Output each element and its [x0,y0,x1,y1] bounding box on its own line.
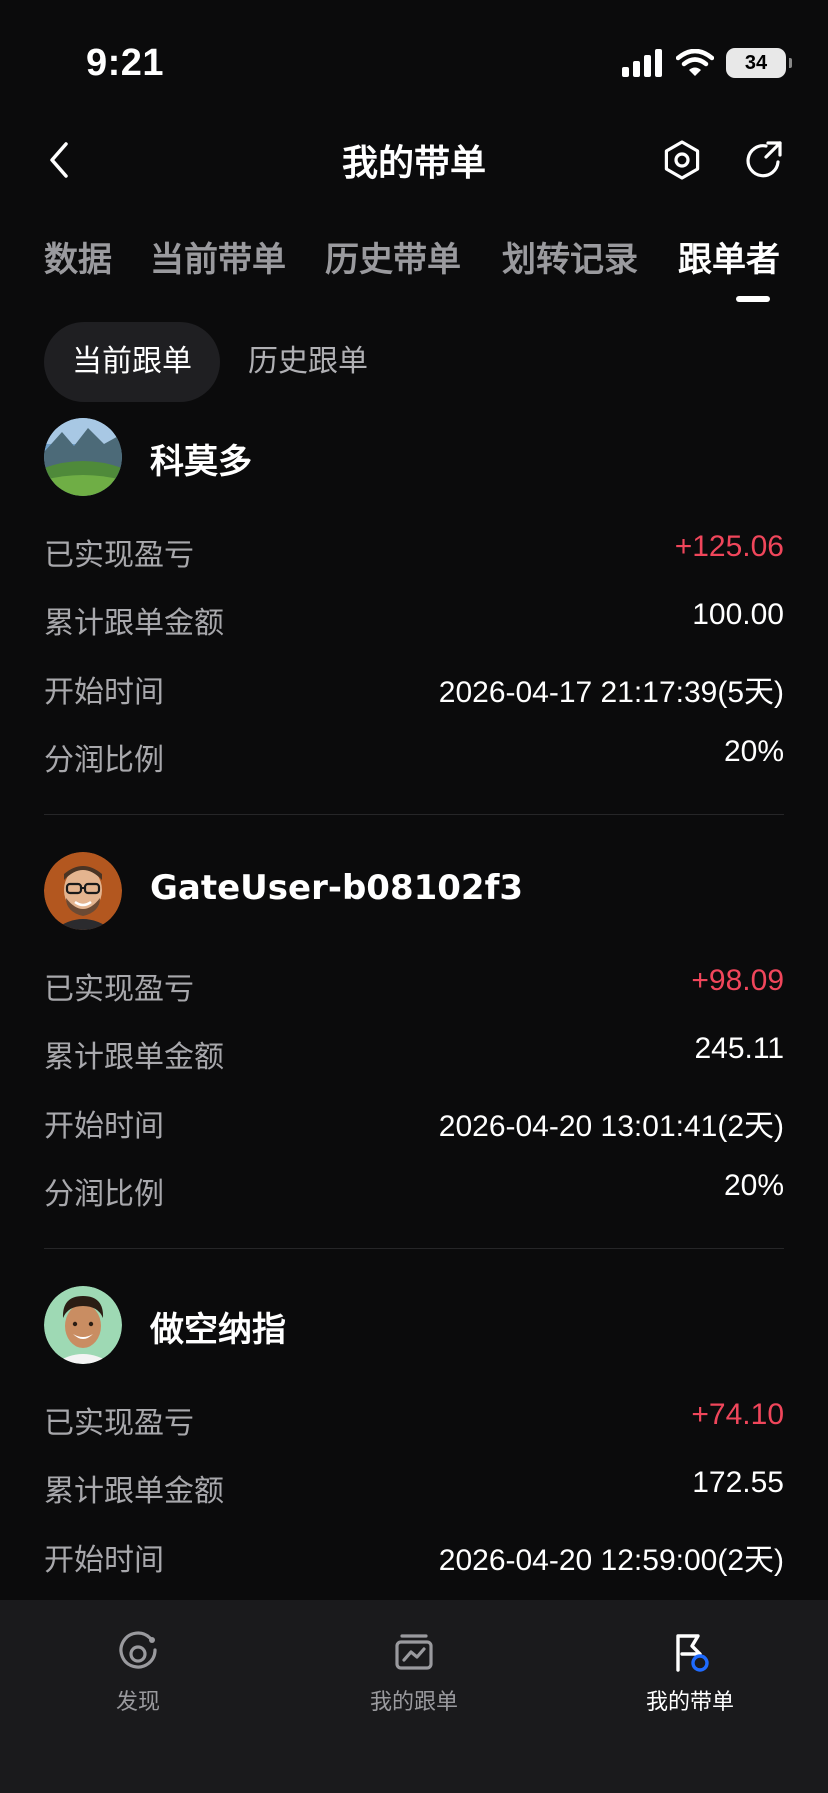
avatar [44,852,122,930]
tab-current-lead[interactable]: 当前带单 [150,232,286,281]
start-time-value: 2026-04-20 13:01:41(2天) [438,1110,784,1143]
realized-pnl-label: 已实现盈亏 [44,1406,194,1441]
bottom-nav: 发现 我的跟单 我的带单 [0,1600,828,1793]
avatar [44,418,122,496]
tab-followers[interactable]: 跟单者 [678,232,780,281]
follower-header[interactable]: 科莫多 [44,418,784,498]
wifi-icon [676,49,714,76]
bottom-nav-label: 我的带单 [645,1690,734,1715]
bottom-nav-label: 发现 [115,1690,160,1715]
total-amount-value: 100.00 [692,598,784,631]
lead-trade-icon [676,1634,709,1672]
share-ratio-value: 20% [723,735,784,768]
total-amount-label: 累计跟单金额 [44,1474,224,1509]
status-icons: 34 [622,48,792,78]
status-time: 9:21 [86,42,165,84]
share-icon[interactable] [742,138,786,182]
tab-data[interactable]: 数据 [44,232,112,281]
start-time-value: 2026-04-20 12:59:00(2天) [438,1544,784,1577]
subtab-current-follow[interactable]: 当前跟单 [44,322,220,402]
total-amount-row: 累计跟单金额 245.11 [44,1032,784,1076]
realized-pnl-row: 已实现盈亏 +74.10 [44,1398,784,1442]
follower-header[interactable]: GateUser-b08102f3 [44,852,784,932]
settings-icon[interactable] [660,138,704,182]
realized-pnl-value: +125.06 [674,530,784,563]
follower-name: GateUser-b08102f3 [150,868,524,908]
share-ratio-row: 分润比例 20% [44,735,784,779]
realized-pnl-label: 已实现盈亏 [44,538,194,573]
start-time-row: 开始时间 2026-04-17 21:17:39(5天) [44,667,784,711]
follower-name: 做空纳指 [150,1310,286,1350]
total-amount-value: 245.11 [694,1032,784,1065]
share-ratio-value: 20% [723,1169,784,1202]
start-time-row: 开始时间 2026-04-20 13:01:41(2天) [44,1101,784,1145]
follower-card: GateUser-b08102f3 已实现盈亏 +98.09 累计跟单金额 24… [44,852,784,1252]
start-time-label: 开始时间 [44,1109,164,1144]
total-amount-value: 172.55 [692,1466,784,1499]
bottom-nav-my-copy[interactable]: 我的跟单 [314,1630,514,1716]
share-ratio-row: 分润比例 20% [44,1169,784,1213]
bottom-nav-discover[interactable]: 发现 [38,1630,238,1716]
total-amount-label: 累计跟单金额 [44,1040,224,1075]
status-bar: 9:21 34 [0,0,828,120]
avatar [44,1286,122,1364]
start-time-value: 2026-04-17 21:17:39(5天) [438,676,784,709]
total-amount-row: 累计跟单金额 172.55 [44,1466,784,1510]
battery-indicator: 34 [726,48,792,78]
realized-pnl-value: +74.10 [691,1398,784,1431]
follower-name: 科莫多 [150,442,252,482]
share-ratio-label: 分润比例 [44,743,164,778]
main-tabs: 数据 当前带单 历史带单 划转记录 跟单者 [0,228,828,308]
realized-pnl-value: +98.09 [691,964,784,997]
start-time-row: 开始时间 2026-04-20 12:59:00(2天) [44,1535,784,1579]
tab-history-lead[interactable]: 历史带单 [325,232,461,281]
total-amount-row: 累计跟单金额 100.00 [44,598,784,642]
subtab-history-follow[interactable]: 历史跟单 [248,322,368,402]
start-time-label: 开始时间 [44,1543,164,1578]
share-ratio-label: 分润比例 [44,1177,164,1212]
signal-icon [622,49,662,77]
card-divider [44,1248,784,1249]
bottom-nav-my-lead[interactable]: 我的带单 [590,1630,790,1716]
realized-pnl-row: 已实现盈亏 +125.06 [44,530,784,574]
start-time-label: 开始时间 [44,675,164,710]
card-divider [44,814,784,815]
follower-card: 做空纳指 已实现盈亏 +74.10 累计跟单金额 172.55 开始时间 202… [44,1286,784,1586]
total-amount-label: 累计跟单金额 [44,606,224,641]
tab-transfer-records[interactable]: 划转记录 [502,232,638,281]
copy-trade-icon [395,1634,433,1670]
realized-pnl-label: 已实现盈亏 [44,972,194,1007]
nav-bar: 我的带单 [0,120,828,200]
bottom-nav-label: 我的跟单 [369,1690,458,1715]
realized-pnl-row: 已实现盈亏 +98.09 [44,964,784,1008]
follower-header[interactable]: 做空纳指 [44,1286,784,1366]
discover-icon [119,1631,157,1669]
tab-active-indicator [736,296,770,302]
follower-card: 科莫多 已实现盈亏 +125.06 累计跟单金额 100.00 开始时间 202… [44,418,784,818]
